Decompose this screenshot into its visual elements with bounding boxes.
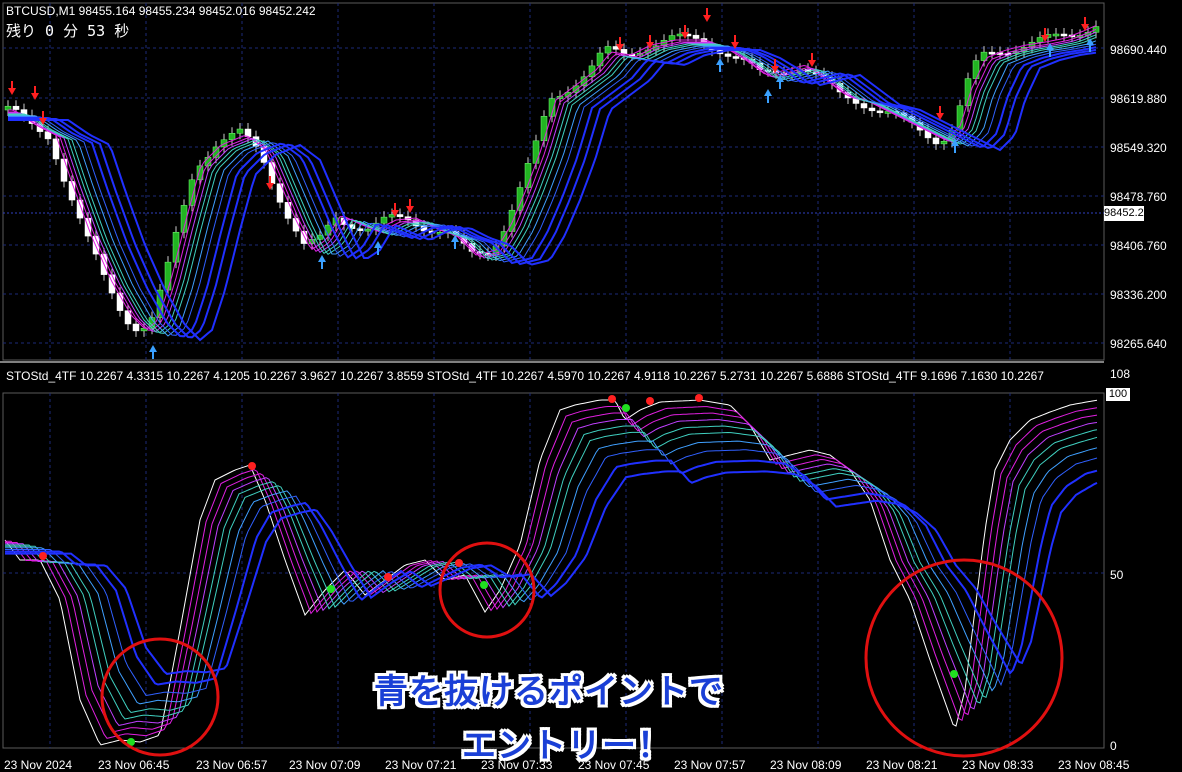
- candle-body: [676, 33, 684, 37]
- price-label: 98406.760: [1110, 239, 1167, 253]
- buy-arrow: [716, 58, 724, 65]
- candle-body: [860, 103, 868, 109]
- candle-body: [4, 105, 12, 111]
- candle-body: [44, 131, 52, 140]
- time-label: 23 Nov 08:09: [770, 758, 842, 772]
- candle-body: [1036, 37, 1044, 43]
- buy-dot: [950, 670, 958, 678]
- candle-body: [236, 128, 244, 134]
- buy-arrow: [318, 255, 326, 262]
- candle-body: [380, 216, 388, 224]
- price-label: 98690.440: [1110, 43, 1167, 57]
- price-label: 98619.880: [1110, 92, 1167, 106]
- sell-dot: [646, 397, 654, 405]
- candle-body: [300, 230, 308, 244]
- sell-arrow: [31, 93, 39, 100]
- candle-body: [932, 137, 940, 145]
- candle-body: [596, 52, 604, 67]
- sell-arrow: [808, 60, 816, 67]
- candle-body: [364, 228, 372, 232]
- candle-body: [396, 214, 404, 217]
- buy-arrow: [149, 345, 157, 352]
- candle-body: [604, 46, 612, 54]
- candle-body: [532, 140, 540, 164]
- candle-body: [172, 231, 180, 263]
- indicator-title: STOStd_4TF 10.2267 4.3315 10.2267 4.1205…: [6, 369, 1044, 383]
- time-label: 23 Nov 07:21: [385, 758, 457, 772]
- buy-arrow: [764, 89, 772, 96]
- indicator-axis[interactable]: 108 50 0: [1110, 367, 1130, 753]
- indicator-axis-label: 108: [1110, 367, 1130, 381]
- candle-body: [188, 179, 196, 206]
- candle-body: [164, 261, 172, 291]
- highlight-circle: [100, 637, 220, 757]
- indicator-axis-label: 50: [1110, 568, 1124, 582]
- sell-dot: [455, 559, 463, 567]
- candle-body: [868, 107, 876, 112]
- remaining-time: 残り 0 分 53 秒: [6, 22, 129, 40]
- candle-body: [284, 202, 292, 219]
- candle-body: [1060, 33, 1068, 37]
- price-label: 98478.760: [1110, 190, 1167, 204]
- current-price-tag: 98452.242: [1104, 206, 1156, 221]
- sell-arrow: [8, 88, 16, 95]
- price-label: 98549.320: [1110, 141, 1167, 155]
- candle-body: [12, 105, 20, 110]
- candle-body: [692, 34, 700, 39]
- sell-arrow: [406, 206, 414, 213]
- time-label: 23 Nov 2024: [4, 758, 72, 772]
- buy-dot: [480, 581, 488, 589]
- candle-body: [732, 56, 740, 59]
- time-label: 23 Nov 07:57: [674, 758, 746, 772]
- candle-body: [668, 35, 676, 41]
- candle-body: [876, 110, 884, 114]
- overlay-text-line1: 青を抜けるポイントで: [374, 672, 724, 712]
- time-label: 23 Nov 08:33: [962, 758, 1034, 772]
- sell-dot: [695, 394, 703, 402]
- moving-average-line: [8, 43, 1097, 336]
- candle-body: [132, 323, 140, 332]
- price-label: 98336.200: [1110, 288, 1167, 302]
- buy-dot: [327, 585, 335, 593]
- candle-body: [940, 141, 948, 145]
- price-bands: [8, 25, 1097, 342]
- time-label: 23 Nov 06:57: [196, 758, 268, 772]
- candle-body: [988, 51, 996, 55]
- price-axis[interactable]: 98690.440 98619.880 98549.320 98478.760 …: [1110, 43, 1167, 351]
- price-label: 98265.640: [1110, 337, 1167, 351]
- candle-body: [724, 53, 732, 57]
- symbol-line: BTCUSD,M1 98455.164 98455.234 98452.016 …: [6, 4, 316, 18]
- time-label: 23 Nov 08:45: [1058, 758, 1130, 772]
- time-label: 23 Nov 06:45: [98, 758, 170, 772]
- moving-average-line: [8, 40, 1097, 337]
- candle-body: [60, 158, 68, 182]
- buy-dot: [622, 404, 630, 412]
- sell-dot: [384, 573, 392, 581]
- candle-body: [228, 133, 236, 140]
- sell-dot: [248, 462, 256, 470]
- time-label: 23 Nov 08:21: [866, 758, 938, 772]
- highlight-circle: [438, 541, 536, 639]
- trading-chart[interactable]: BTCUSD,M1 98455.164 98455.234 98452.016 …: [0, 0, 1182, 772]
- level-100-tag: 100: [1106, 388, 1130, 401]
- indicator-axis-label: 0: [1110, 739, 1117, 753]
- sell-arrow: [703, 15, 711, 22]
- candles: [4, 20, 1100, 337]
- candle-body: [1052, 33, 1060, 37]
- sell-dot: [39, 552, 47, 560]
- candle-body: [540, 116, 548, 142]
- time-label: 23 Nov 07:09: [289, 758, 361, 772]
- overlay-text-line2: エントリー！: [462, 726, 672, 766]
- candle-body: [244, 128, 252, 137]
- sell-arrow: [266, 183, 274, 190]
- sell-dot: [608, 395, 616, 403]
